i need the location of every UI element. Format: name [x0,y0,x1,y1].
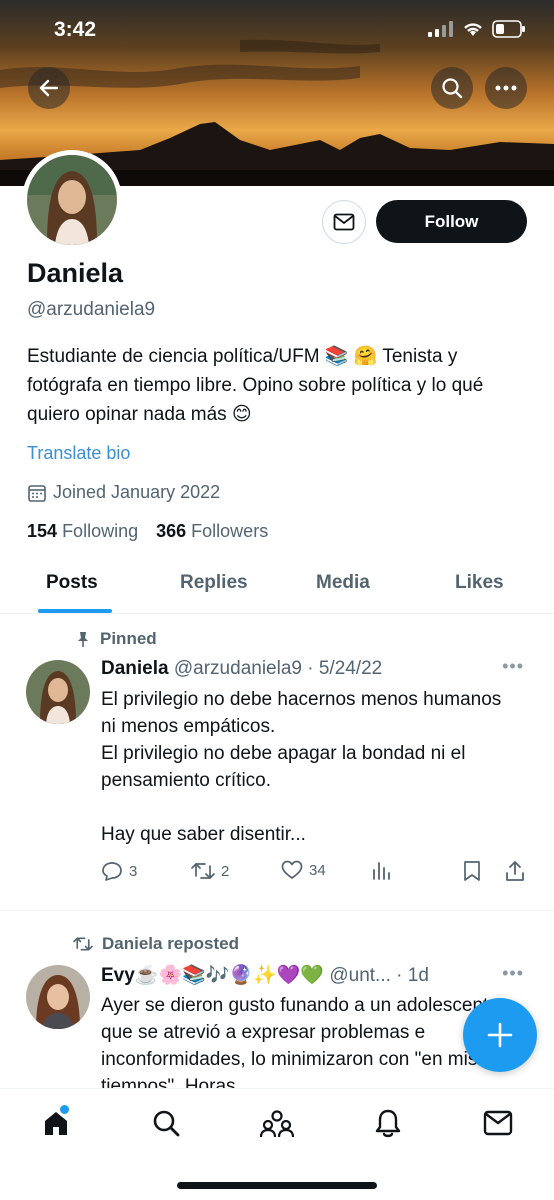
post-avatar[interactable] [26,660,90,724]
calendar-icon [28,484,46,502]
heart-icon [281,860,303,879]
nav-messages[interactable] [478,1103,518,1143]
pinned-text: Pinned [100,629,157,648]
more-options-button[interactable] [485,67,527,109]
more-horizontal-icon [495,85,517,91]
signal-icon [428,21,453,37]
avatar [27,155,117,245]
post-author-meta: @unt... · 1d [329,965,429,986]
reply-count: 3 [129,862,138,880]
profile-name: Daniela [27,258,124,288]
follow-stats: 154 Following 366 Followers [27,521,268,542]
communities-icon [260,1110,294,1138]
active-tab-indicator [38,609,112,613]
profile-tabs: Posts Replies Media Likes [0,560,554,614]
battery-icon [492,20,525,38]
analytics-icon [373,862,390,880]
views-button[interactable] [371,860,391,880]
post-author-name[interactable]: Daniela [101,658,169,679]
repost-count: 2 [221,862,230,880]
post-more-icon[interactable]: ••• [502,656,524,677]
following-count: 154 [27,521,58,541]
bookmark-button[interactable] [463,860,481,882]
profile-avatar[interactable] [22,150,122,250]
followers-label: Followers [191,521,269,541]
post-author-meta: @arzudaniela9 · 5/24/22 [173,658,383,679]
home-indicator [177,1182,377,1189]
tab-likes[interactable]: Likes [455,572,504,594]
share-icon [506,861,524,881]
pinned-label: Pinned [74,629,157,649]
envelope-icon [483,1110,513,1136]
message-button[interactable] [322,200,366,244]
joined-label: Joined January 2022 [53,482,221,502]
bookmark-icon [464,861,480,881]
like-count: 34 [309,861,326,879]
avatar-photo [27,155,117,245]
repost-context-text: Daniela reposted [102,934,239,953]
followers-count: 366 [156,521,187,541]
post-divider [0,910,554,911]
post-header: Daniela @arzudaniela9 · 5/24/22 [101,658,382,680]
share-button[interactable] [505,860,525,882]
reply-button[interactable]: 3 [101,860,137,882]
search-button[interactable] [431,67,473,109]
arrow-left-icon [39,79,59,97]
profile-bio: Estudiante de ciencia política/UFM 📚 🤗 T… [27,346,484,425]
post-avatar-photo [26,660,90,724]
nav-communities[interactable] [257,1103,297,1143]
nav-home[interactable] [36,1103,76,1143]
post-avatar-photo [26,965,90,1029]
back-button[interactable] [28,67,70,109]
repost-icon [73,937,93,951]
translate-bio-link[interactable]: Translate bio [27,443,130,464]
notification-dot [60,1105,69,1114]
bell-icon [375,1109,401,1138]
repost-context: Daniela reposted [72,934,239,954]
repost-button[interactable]: 2 [191,860,229,882]
post-avatar[interactable] [26,965,90,1029]
status-icons [428,20,526,38]
tab-posts[interactable]: Posts [46,572,98,594]
post-text[interactable]: El privilegio no debe hacernos menos hum… [101,686,521,848]
follow-button[interactable]: Follow [376,200,527,243]
repost-icon [191,863,215,879]
profile-handle: @arzudaniela9 [27,299,156,320]
following-label: Following [62,521,139,541]
post-more-icon[interactable]: ••• [502,963,524,984]
post-text[interactable]: Ayer se dieron gusto funando a un adoles… [101,992,521,1088]
pin-icon [78,632,88,647]
reply-icon [102,862,122,881]
following-link[interactable]: 154 Following [27,521,138,542]
post-author-name[interactable]: Evy☕️🌸📚🎶🔮✨💜💚 [101,965,324,986]
tab-replies[interactable]: Replies [180,572,248,594]
nav-search[interactable] [146,1103,186,1143]
post-header: Evy☕️🌸📚🎶🔮✨💜💚 @unt... · 1d [101,963,429,987]
nav-notifications[interactable] [368,1103,408,1143]
like-button[interactable]: 34 [281,860,326,880]
search-icon [442,78,463,99]
joined-date: Joined January 2022 [27,482,220,503]
tab-media[interactable]: Media [316,572,370,594]
envelope-icon [333,213,355,231]
followers-link[interactable]: 366 Followers [156,521,268,542]
status-bar: 3:42 [0,0,554,58]
wifi-icon [464,23,482,36]
plus-icon [487,1022,513,1048]
compose-post-button[interactable] [463,998,537,1072]
post-actions: 3 2 34 [101,860,531,886]
search-icon [153,1110,180,1137]
status-time: 3:42 [54,18,97,41]
